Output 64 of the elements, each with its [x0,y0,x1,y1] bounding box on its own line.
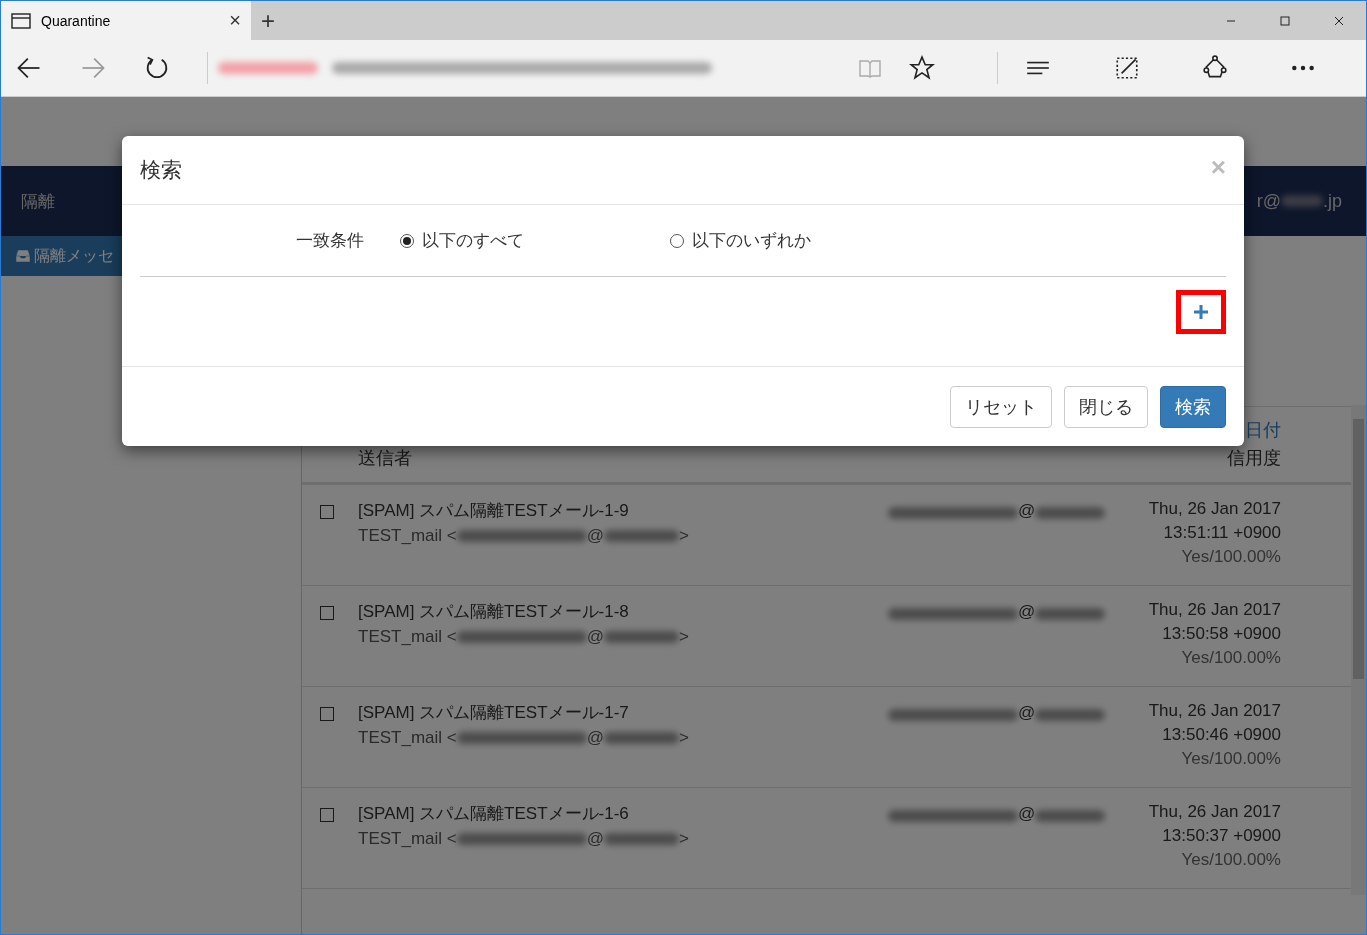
sender-end: > [679,526,689,546]
dialog-button[interactable]: リセット [950,386,1052,428]
mail-date: Thu, 26 Jan 2017 [1148,600,1281,620]
mail-date: Thu, 26 Jan 2017 [1148,701,1281,721]
tab-close-button[interactable]: × [229,9,241,32]
sender-at: @ [586,526,604,546]
mail-date: Thu, 26 Jan 2017 [1148,802,1281,822]
mail-subject[interactable]: [SPAM] スパム隔離TESTメール-1-6 [358,802,888,825]
tab-page-icon [11,12,31,29]
mail-date: Thu, 26 Jan 2017 [1148,499,1281,519]
mail-time: 13:50:58 +0900 [1162,624,1281,644]
sender-name: TEST_mail < [358,728,457,748]
date-sort-link[interactable]: 日付 [1245,418,1281,442]
sender-at: @ [586,829,604,849]
row-checkbox[interactable] [320,606,334,620]
mail-subject[interactable]: [SPAM] スパム隔離TESTメール-1-8 [358,600,888,623]
row-checkbox[interactable] [320,808,334,822]
scrollbar[interactable] [1351,405,1366,895]
new-tab-button[interactable]: + [251,1,285,40]
spam-score: Yes/100.00% [1181,547,1281,567]
recipient-at: @ [1018,602,1036,622]
blurred-recipient-domain [1035,810,1106,822]
user-email-end: .jp [1323,190,1342,212]
spam-score: Yes/100.00% [1181,749,1281,769]
tab-title[interactable]: Quarantine [41,12,220,29]
sender-end: > [679,728,689,748]
recipient-at: @ [1018,501,1036,521]
row-checkbox[interactable] [320,505,334,519]
blurred-recipient-domain [1035,608,1106,620]
recipient-at: @ [1018,804,1036,824]
mail-time: 13:50:37 +0900 [1162,826,1281,846]
sender-name: TEST_mail < [358,627,457,647]
dialog-title: 検索 [140,157,182,183]
spam-score: Yes/100.00% [1181,850,1281,870]
blurred-recipient-domain [1035,507,1106,519]
sender-at: @ [586,627,604,647]
mail-time: 13:50:46 +0900 [1162,725,1281,745]
sender-column-header: 送信者 [358,447,412,470]
score-column-header: 信用度 [1227,447,1281,470]
inbox-icon [15,249,31,263]
mail-subject[interactable]: [SPAM] スパム隔離TESTメール-1-7 [358,701,888,724]
add-condition-button[interactable] [1176,290,1226,334]
radio-label[interactable]: 以下のすべて [422,229,524,252]
radio-label[interactable]: 以下のいずれか [692,229,811,252]
recipient-at: @ [1018,703,1036,723]
match-condition-label: 一致条件 [296,230,364,252]
sender-end: > [679,829,689,849]
blurred-recipient-domain [1035,709,1106,721]
sender-name: TEST_mail < [358,526,457,546]
mail-time: 13:51:11 +0900 [1163,523,1281,543]
dialog-button[interactable]: 検索 [1160,386,1226,428]
star-icon[interactable] [909,55,935,81]
pen-note-icon[interactable] [1114,55,1140,81]
row-checkbox[interactable] [320,707,334,721]
dialog-button[interactable]: 閉じる [1064,386,1148,428]
spam-score: Yes/100.00% [1181,648,1281,668]
nav-title[interactable]: 隔離 [21,189,55,213]
blurred-email-domain [1281,195,1323,207]
mail-subject[interactable]: [SPAM] スパム隔離TESTメール-1-9 [358,499,888,522]
sender-name: TEST_mail < [358,829,457,849]
sender-end: > [679,627,689,647]
user-email-start: r@ [1256,190,1281,212]
sender-at: @ [586,728,604,748]
plus-icon [1193,304,1209,320]
